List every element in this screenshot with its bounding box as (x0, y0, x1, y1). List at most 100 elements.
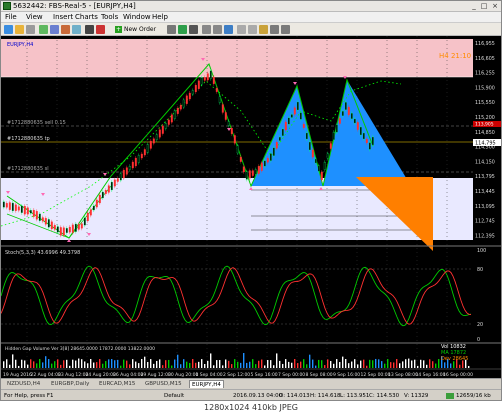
close-button[interactable]: × (490, 2, 500, 10)
window-icon[interactable] (26, 25, 35, 34)
new-order-button[interactable]: + New Order (115, 24, 159, 35)
menu-file[interactable]: File (5, 12, 17, 23)
candle-body (320, 171, 323, 181)
price-scale-tick: 116,955 (475, 41, 495, 47)
volume-bar (237, 361, 239, 368)
maximize-button[interactable]: □ (479, 2, 489, 10)
volume-bar (270, 360, 272, 368)
volume-bar (348, 363, 350, 368)
menu-help[interactable]: Help (152, 12, 168, 23)
volume-bar (468, 365, 470, 368)
volume-bar (258, 360, 260, 368)
market-watch-icon[interactable] (39, 25, 48, 34)
volume-bar (171, 365, 173, 368)
volume-bar (453, 361, 455, 368)
volume-bar (93, 362, 95, 368)
tab-nzdusd[interactable]: NZDUSD,H4 (5, 380, 42, 388)
candle-body (272, 147, 275, 156)
order-label-sell: #1712880635 sell 0.15 (7, 120, 66, 126)
navigator-icon[interactable] (50, 25, 59, 34)
terminal-icon[interactable] (61, 25, 70, 34)
toolbar: + New Order (1, 23, 501, 36)
volume-bar (36, 363, 38, 368)
minimize-button[interactable]: _ (469, 2, 479, 10)
tab-eurjpy[interactable]: EURJPY,H4 (189, 380, 224, 388)
chart-window[interactable]: EURJPY,H4 H4 21:10 #1712880635 sell 0.15… (1, 36, 501, 378)
indicators-icon[interactable] (259, 25, 268, 34)
tab-eurcad[interactable]: EURCAD,M15 (97, 380, 137, 388)
candle-body (146, 144, 149, 153)
candle-body (68, 226, 71, 233)
volume-bar (300, 361, 302, 368)
price-scale-tick: 112,745 (475, 219, 495, 225)
candlestick-icon[interactable] (178, 25, 187, 34)
crosshair-icon[interactable] (85, 25, 94, 34)
new-chart-icon[interactable] (4, 25, 13, 34)
volume-bar (129, 364, 131, 368)
volume-bar (30, 359, 32, 368)
volume-bar (111, 359, 113, 368)
candle-body (176, 108, 179, 114)
volume-bar (120, 365, 122, 368)
zoom-out-icon[interactable] (213, 25, 222, 34)
periods-icon[interactable] (270, 25, 279, 34)
volume-bar (81, 359, 83, 368)
volume-bar (363, 359, 365, 368)
volume-bar (45, 356, 47, 368)
candle-body (197, 80, 200, 89)
volume-bar (207, 360, 209, 368)
volume-bar (153, 363, 155, 368)
title-bar[interactable]: 5632442: FBS-Real-5 - [EURJPY,H4] _ □ × (1, 1, 501, 12)
menu-tools[interactable]: Tools (101, 12, 118, 23)
volume-bar (426, 364, 428, 368)
dev-value: Dev 28645 (441, 356, 468, 362)
candle-body (113, 179, 116, 187)
volume-bar (144, 356, 146, 368)
volume-bar (291, 362, 293, 368)
candle-body (191, 90, 194, 95)
candle-body (194, 84, 197, 93)
autoscroll-icon[interactable] (248, 25, 257, 34)
line-chart-icon[interactable] (189, 25, 198, 34)
volume-bar (18, 365, 20, 368)
candle-body (47, 219, 50, 228)
candle-body (32, 209, 35, 217)
volume-bar (195, 362, 197, 368)
volume-bar (438, 359, 440, 368)
candle-body (179, 105, 182, 110)
chart-shift-icon[interactable] (237, 25, 246, 34)
volume-bar (333, 363, 335, 368)
volume-bar (411, 360, 413, 368)
volume-bar (96, 362, 98, 368)
volume-bar (459, 364, 461, 368)
volume-bar (318, 359, 320, 368)
volume-bar (282, 363, 284, 368)
candle-body (188, 92, 191, 100)
menu-charts[interactable]: Charts (75, 12, 98, 23)
tab-eurgbp[interactable]: EURGBP,Daily (49, 380, 91, 388)
volume-bar (264, 365, 266, 368)
caption-text: 1280x1024 410kb JPEG (204, 403, 298, 412)
volume-bar (444, 362, 446, 368)
candle-body (311, 149, 314, 158)
autotrading-icon[interactable] (96, 25, 105, 34)
candle-body (107, 185, 110, 193)
status-profile[interactable]: Default (164, 390, 184, 400)
volume-bar (360, 360, 362, 368)
connection-icon[interactable] (446, 393, 454, 399)
bar-chart-icon[interactable] (167, 25, 176, 34)
zoom-in-icon[interactable] (202, 25, 211, 34)
menu-view[interactable]: View (26, 12, 43, 23)
tab-gbpusd[interactable]: GBPUSD,M15 (143, 380, 184, 388)
volume-bar (57, 359, 59, 368)
menu-insert[interactable]: Insert (53, 12, 73, 23)
candle-body (80, 223, 83, 229)
tile-windows-icon[interactable] (224, 25, 233, 34)
symbol-label: EURJPY,H4 (7, 42, 33, 48)
strategy-tester-icon[interactable] (72, 25, 81, 34)
profiles-icon[interactable] (15, 25, 24, 34)
candle-body (95, 199, 98, 208)
volume-bar (99, 359, 101, 368)
menu-window[interactable]: Window (123, 12, 151, 23)
templates-icon[interactable] (281, 25, 290, 34)
